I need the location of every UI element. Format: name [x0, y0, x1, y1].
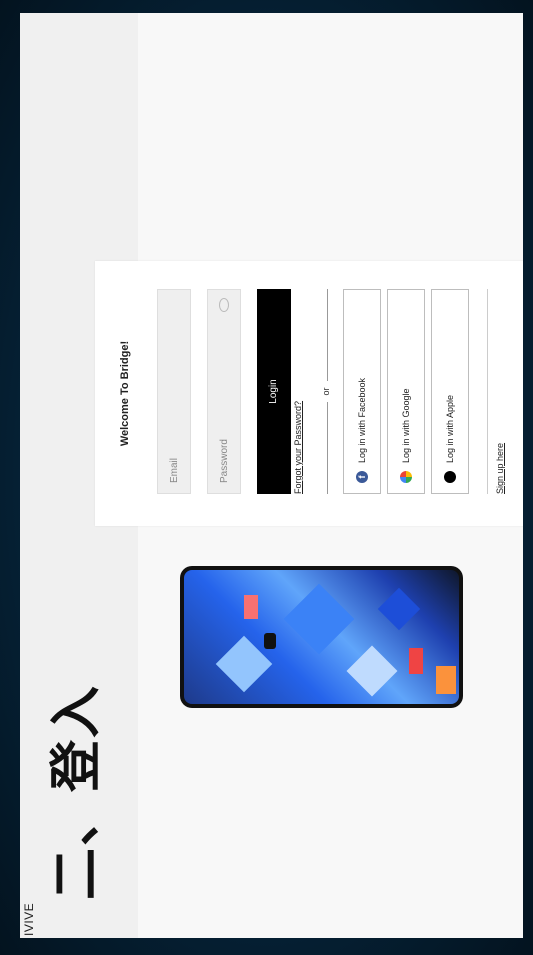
game-screenshot	[184, 570, 459, 704]
password-field[interactable]: Password	[207, 289, 241, 494]
apple-login-label: Log in with Apple	[445, 394, 455, 463]
email-field[interactable]: Email	[157, 289, 191, 494]
facebook-login-button[interactable]: f Log in with Facebook	[343, 289, 381, 494]
apple-icon	[444, 471, 456, 483]
signup-link[interactable]: Sign up here	[495, 443, 505, 494]
facebook-login-label: Log in with Facebook	[357, 377, 367, 463]
google-login-button[interactable]: Log in with Google	[387, 289, 425, 494]
google-login-label: Log in with Google	[401, 388, 411, 463]
slide: IVIVE 二、登入 Welcome To Bridge! Email Pass…	[20, 13, 523, 938]
card-divider	[487, 289, 488, 494]
email-placeholder: Email	[169, 457, 180, 483]
apple-login-button[interactable]: Log in with Apple	[431, 289, 469, 494]
google-icon	[400, 471, 412, 483]
login-button[interactable]: Login	[257, 289, 291, 494]
forgot-password-link[interactable]: Forgot your Password?	[293, 401, 303, 494]
eye-icon[interactable]	[219, 298, 229, 312]
brand-label: IVIVE	[22, 902, 36, 936]
login-card: Welcome To Bridge! Email Password Login …	[95, 261, 523, 526]
phone-illustration	[180, 566, 463, 708]
facebook-icon: f	[356, 471, 368, 483]
password-placeholder: Password	[219, 439, 230, 483]
slide-content: IVIVE 二、登入 Welcome To Bridge! Email Pass…	[20, 13, 523, 938]
or-label: or	[321, 387, 331, 396]
welcome-title: Welcome To Bridge!	[119, 340, 131, 447]
or-line-right	[327, 289, 328, 381]
or-divider: or	[321, 289, 333, 494]
section-title: 二、登入	[47, 683, 107, 900]
